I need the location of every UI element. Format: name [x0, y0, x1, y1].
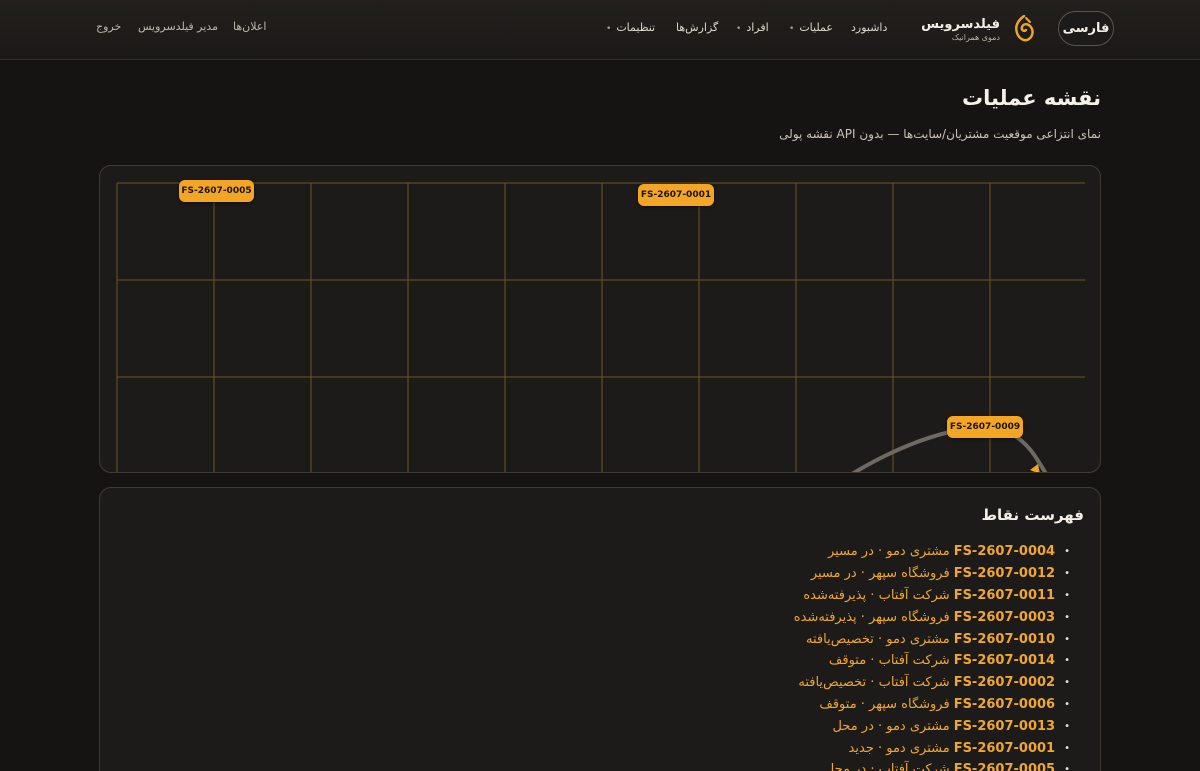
bullet-icon: • — [1064, 764, 1070, 771]
bullet-icon: • — [1064, 589, 1070, 601]
point-list-item[interactable]: • FS-2607-0004 مشتری دمو · در مسیر — [794, 541, 1070, 563]
point-id: FS-2607-0001 — [953, 740, 1056, 756]
bullet-icon: • — [1064, 633, 1070, 645]
point-id: FS-2607-0002 — [953, 675, 1056, 691]
point-id: FS-2607-0004 — [953, 544, 1056, 560]
point-description[interactable]: فروشگاه سپهر · متوقف — [819, 697, 949, 712]
point-list-item[interactable]: • FS-2607-0005 شرکت آفتاب · در محل — [794, 759, 1070, 771]
bullet-icon: • — [1064, 568, 1070, 580]
point-list-item[interactable]: • FS-2607-0013 مشتری دمو · در محل — [794, 715, 1070, 737]
bullet-icon: • — [1064, 677, 1070, 689]
bullet-icon: • — [1064, 546, 1070, 558]
point-list-item[interactable]: • FS-2607-0011 شرکت آفتاب · پذیرفته‌شده — [794, 585, 1070, 607]
point-id: FS-2607-0012 — [953, 566, 1056, 582]
point-list-item[interactable]: • FS-2607-0010 مشتری دمو · تخصیص‌یافته — [794, 628, 1070, 650]
nav-label: عملیات — [799, 21, 833, 34]
bullet-icon: • — [1064, 611, 1070, 623]
page-title: نقشه عملیات — [962, 86, 1101, 110]
point-id: FS-2607-0014 — [953, 653, 1056, 669]
points-list-title: فهرست نقاط — [981, 506, 1084, 524]
point-description[interactable]: فروشگاه سپهر · در مسیر — [811, 566, 950, 581]
point-description[interactable]: مشتری دمو · در مسیر — [828, 544, 950, 559]
dropdown-dot-icon: • — [736, 24, 742, 34]
point-description[interactable]: شرکت آفتاب · متوقف — [829, 653, 950, 668]
point-id: FS-2607-0010 — [953, 631, 1056, 647]
point-description[interactable]: شرکت آفتاب · در محل — [825, 762, 950, 771]
point-description[interactable]: مشتری دمو · جدید — [849, 741, 950, 756]
dropdown-dot-icon: • — [606, 24, 612, 34]
point-description[interactable]: شرکت آفتاب · تخصیص‌یافته — [798, 675, 949, 690]
brand-name: فیلدسرویس — [921, 17, 1000, 32]
point-list-item[interactable]: • FS-2607-0006 فروشگاه سپهر · متوقف — [794, 694, 1070, 716]
map-pin[interactable]: FS-2607-0001 — [638, 184, 714, 206]
point-id: FS-2607-0013 — [953, 718, 1056, 734]
point-list-item[interactable]: • FS-2607-0002 شرکت آفتاب · تخصیص‌یافته — [794, 672, 1070, 694]
top-navigation-bar: فارسی فیلدسرویس دموی همرانیک داشبورد عمل… — [0, 0, 1200, 60]
point-id: FS-2607-0006 — [953, 696, 1056, 712]
point-list-item[interactable]: • FS-2607-0003 فروشگاه سپهر · پذیرفته‌شده — [794, 606, 1070, 628]
point-description[interactable]: مشتری دمو · در محل — [832, 719, 949, 734]
nav-dashboard[interactable]: داشبورد — [851, 21, 887, 37]
point-list-item[interactable]: • FS-2607-0001 مشتری دمو · جدید — [794, 737, 1070, 759]
nav-label: تنظیمات — [616, 21, 656, 34]
user-menu-link[interactable]: مدیر فیلدسرویس — [138, 20, 218, 33]
operations-map[interactable]: FS-2607-0005 FS-2607-0001 FS-2607-0009 — [99, 165, 1101, 473]
notifications-link[interactable]: اعلان‌ها — [233, 20, 266, 33]
point-id: FS-2607-0011 — [953, 587, 1056, 603]
dropdown-dot-icon: • — [789, 24, 795, 34]
map-pin[interactable]: FS-2607-0009 — [947, 416, 1023, 438]
bullet-icon: • — [1064, 720, 1070, 732]
language-switch-button[interactable]: فارسی — [1058, 11, 1114, 46]
logo-icon — [1015, 15, 1034, 42]
point-id: FS-2607-0005 — [953, 762, 1056, 771]
route-arrow-icon — [1030, 464, 1040, 472]
point-id: FS-2607-0003 — [953, 609, 1056, 625]
point-description[interactable]: مشتری دمو · تخصیص‌یافته — [806, 632, 950, 647]
nav-settings[interactable]: تنظیمات • — [606, 21, 655, 37]
nav-label: داشبورد — [851, 21, 888, 34]
point-list-item[interactable]: • FS-2607-0014 شرکت آفتاب · متوقف — [794, 650, 1070, 672]
bullet-icon: • — [1064, 742, 1070, 754]
nav-label: گزارش‌ها — [676, 21, 719, 34]
brand-subtitle: دموی همرانیک — [951, 33, 1000, 42]
nav-operations[interactable]: عملیات • — [789, 21, 833, 37]
point-list-item[interactable]: • FS-2607-0012 فروشگاه سپهر · در مسیر — [794, 563, 1070, 585]
point-description[interactable]: فروشگاه سپهر · پذیرفته‌شده — [794, 610, 950, 625]
bullet-icon: • — [1064, 655, 1070, 667]
points-list-card: فهرست نقاط • FS-2607-0004 مشتری دمو · در م… — [99, 487, 1101, 771]
nav-label: افراد — [746, 21, 769, 34]
nav-people[interactable]: افراد • — [736, 21, 769, 37]
point-description[interactable]: شرکت آفتاب · پذیرفته‌شده — [803, 588, 949, 603]
points-list: • FS-2607-0004 مشتری دمو · در مسیر • FS-2607… — [794, 541, 1070, 771]
map-pin[interactable]: FS-2607-0005 — [179, 180, 254, 202]
nav-reports[interactable]: گزارش‌ها — [676, 21, 718, 37]
page-subtitle: نمای انتزاعی موقعیت مشتریان/سایت‌ها — بد… — [779, 127, 1101, 141]
bullet-icon: • — [1064, 698, 1070, 710]
logout-link[interactable]: خروج — [96, 20, 121, 33]
